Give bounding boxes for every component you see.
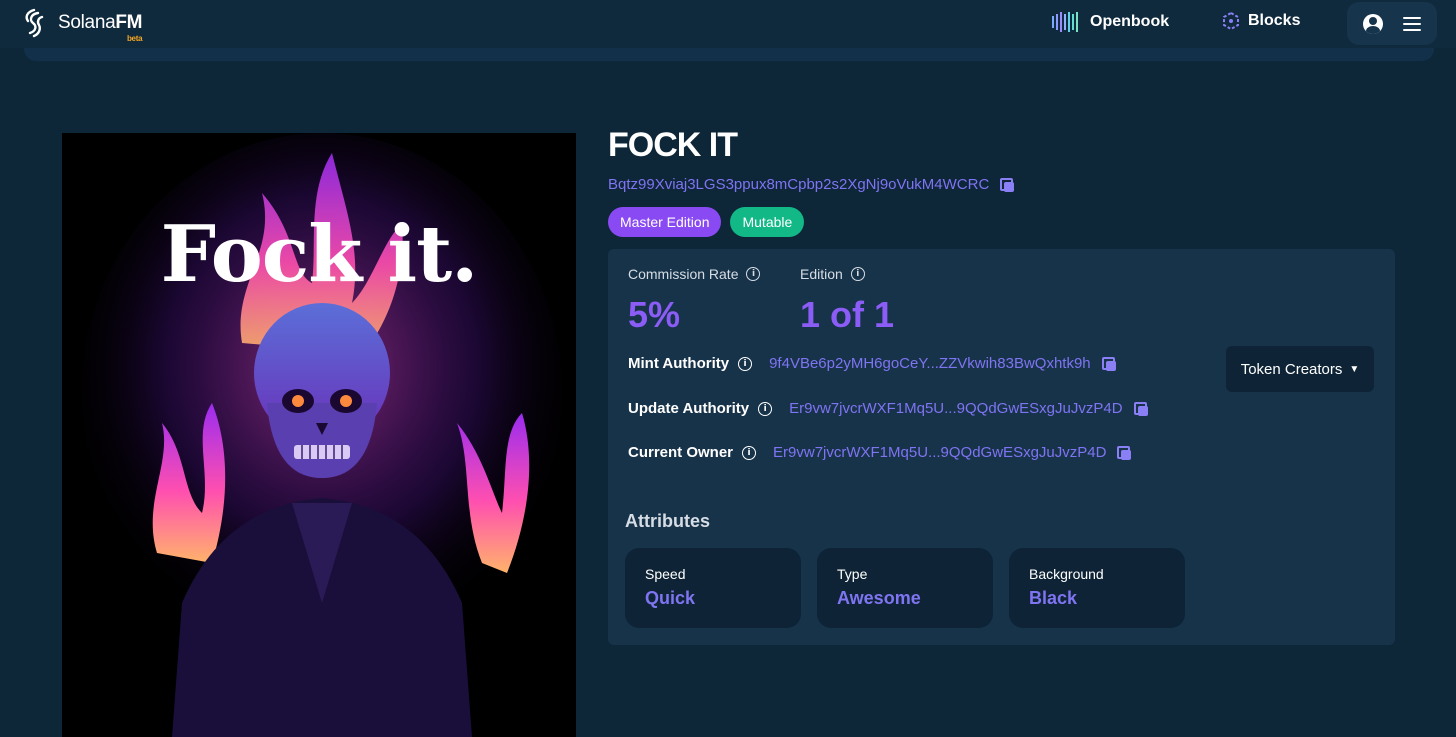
mint-address-link[interactable]: Bqtz99Xviaj3LGS3ppux8mCpbp2s2XgNj9oVukM4… (608, 176, 989, 193)
blocks-icon (1223, 12, 1239, 30)
current-owner-row: Current Owner i Er9vw7jvcrWXF1Mq5U...9QQd… (628, 444, 1132, 461)
header-strip (24, 48, 1434, 61)
info-icon[interactable]: i (742, 445, 757, 460)
copy-icon[interactable] (1000, 177, 1015, 192)
attributes-heading: Attributes (625, 511, 710, 531)
attribute-value: Awesome (837, 588, 921, 608)
solanafm-logo-icon (25, 8, 44, 38)
attribute-card-background: Background Black (1009, 548, 1185, 628)
attribute-key: Speed (645, 566, 686, 582)
chevron-down-icon: ▼ (1349, 363, 1360, 375)
artwork-caption: Fock it. (160, 209, 479, 300)
info-icon[interactable]: i (738, 356, 753, 371)
page-title: FOCK IT (608, 126, 738, 164)
mint-authority-row: Mint Authority i 9f4VBe6p2yMH6goCeY...ZZV… (628, 355, 1116, 372)
menu-icon[interactable] (1403, 16, 1421, 31)
copy-icon[interactable] (1133, 401, 1148, 416)
update-authority-link[interactable]: Er9vw7jvcrWXF1Mq5U...9QQdGwESxgJuJvzP4D (789, 400, 1122, 417)
nft-image: Fock it. (62, 133, 576, 737)
nav-openbook[interactable]: Openbook (1052, 12, 1169, 32)
nav-openbook-label: Openbook (1090, 13, 1170, 30)
openbook-icon (1052, 12, 1078, 32)
nav-blocks[interactable]: Blocks (1222, 12, 1300, 30)
attribute-card-type: Type Awesome (817, 548, 993, 628)
info-icon[interactable]: i (746, 267, 761, 281)
attribute-value: Quick (645, 588, 696, 608)
current-owner-label: Current Owner i (628, 444, 757, 461)
solanafm-logo[interactable]: SolanaFM beta (22, 8, 143, 43)
token-creators-label: Token Creators (1240, 360, 1343, 378)
nav-blocks-label: Blocks (1248, 12, 1301, 29)
user-icon[interactable] (1363, 13, 1383, 34)
info-icon[interactable]: i (850, 267, 865, 281)
mint-address: Bqtz99Xviaj3LGS3ppux8mCpbp2s2XgNj9oVukM4… (608, 176, 1015, 193)
copy-icon[interactable] (1117, 445, 1132, 460)
update-authority-label: Update Authority i (628, 400, 773, 417)
update-authority-row: Update Authority i Er9vw7jvcrWXF1Mq5U...9… (628, 400, 1148, 417)
user-menu (1347, 2, 1437, 45)
attribute-card-speed: Speed Quick (625, 548, 801, 628)
commission-rate-label: Commission Rate i (628, 266, 761, 282)
mint-authority-label: Mint Authority i (628, 355, 753, 372)
edition-label: Edition i (800, 266, 865, 282)
beta-tag: beta (126, 34, 143, 43)
attribute-value: Black (1029, 588, 1078, 608)
edition-value: 1 of 1 (800, 294, 895, 335)
current-owner-link[interactable]: Er9vw7jvcrWXF1Mq5U...9QQdGwESxgJuJvzP4D (773, 444, 1106, 461)
mint-authority-link[interactable]: 9f4VBe6p2yMH6goCeY...ZZVkwih83BwQxhtk9h (769, 355, 1091, 372)
info-icon[interactable]: i (758, 401, 773, 416)
master-edition-badge: Master Edition (608, 207, 722, 237)
badge-list: Master Edition Mutable (608, 207, 805, 237)
token-creators-dropdown[interactable]: Token Creators ▼ (1226, 346, 1374, 392)
attribute-key: Type (837, 566, 868, 582)
brand-name: SolanaFM beta (58, 12, 143, 43)
attribute-key: Background (1029, 566, 1104, 582)
commission-rate-value: 5% (628, 294, 681, 335)
mutable-badge: Mutable (730, 207, 805, 237)
copy-icon[interactable] (1101, 356, 1116, 371)
